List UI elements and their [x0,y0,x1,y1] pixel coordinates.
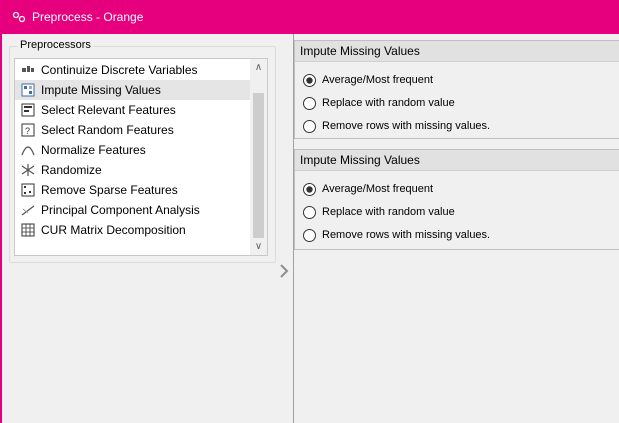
window-frame [0,34,2,423]
randomize-icon [21,164,35,176]
radio-checked-icon[interactable] [303,74,316,87]
radio-label: Remove rows with missing values. [322,229,491,241]
radio-checked-icon[interactable] [303,183,316,196]
remove-sparse-icon [21,183,35,197]
impute-panel-1: Impute Missing Values Average/Most frequ… [294,40,619,139]
panel-header: Impute Missing Values [295,41,619,62]
preprocessors-group-title: Preprocessors [18,39,93,51]
title-bar: Preprocess - Orange [0,0,619,34]
radio-label: Replace with random value [322,206,455,218]
radio-label: Remove rows with missing values. [322,120,491,132]
preprocessor-item-cur[interactable]: CUR Matrix Decomposition [15,220,251,240]
impute-panel-2: Impute Missing Values Average/Most frequ… [294,149,619,250]
list-scrollbar[interactable]: ∧ ∨ [250,59,267,255]
svg-text:?: ? [25,126,30,136]
radio-unchecked-icon[interactable] [303,97,316,110]
chevron-right-icon[interactable] [278,263,290,279]
pca-icon [21,205,35,216]
scroll-up-icon[interactable]: ∧ [250,59,267,76]
preprocessor-item-label: Continuize Discrete Variables [41,63,198,77]
panel-header: Impute Missing Values [295,150,619,171]
preprocessor-item-label: Principal Component Analysis [41,203,200,217]
scrollbar-thumb[interactable] [253,93,264,238]
preprocessor-item-continuize[interactable]: Continuize Discrete Variables [15,60,251,80]
scroll-down-icon[interactable]: ∨ [250,238,267,255]
preprocessor-item-label: Impute Missing Values [41,83,161,97]
normalize-icon [21,146,35,156]
cur-icon [21,223,35,237]
preprocessor-item-pca[interactable]: Principal Component Analysis [15,200,251,220]
radio-label: Average/Most frequent [322,74,434,86]
window-title: Preprocess - Orange [32,10,144,24]
preprocessor-item-select-relevant[interactable]: Select Relevant Features [15,100,251,120]
preprocessor-item-label: Normalize Features [41,143,146,157]
preprocessor-item-label: Select Relevant Features [41,103,176,117]
preprocessor-item-label: Randomize [41,163,102,177]
orange-app-icon [12,11,26,23]
select-relevant-icon [21,103,35,117]
select-random-icon: ? [21,123,35,137]
preprocessor-item-label: Select Random Features [41,123,174,137]
radio-label: Average/Most frequent [322,183,434,195]
continuize-icon [22,66,34,72]
preprocessor-item-normalize[interactable]: Normalize Features [15,140,251,160]
preprocessor-item-select-random[interactable]: ? Select Random Features [15,120,251,140]
preprocessor-item-label: Remove Sparse Features [41,183,178,197]
impute-icon [21,83,35,97]
radio-unchecked-icon[interactable] [303,229,316,242]
preprocessor-item-remove-sparse[interactable]: Remove Sparse Features [15,180,251,200]
radio-unchecked-icon[interactable] [303,120,316,133]
panel-title: Impute Missing Values [300,153,420,167]
radio-label: Replace with random value [322,97,455,109]
radio-unchecked-icon[interactable] [303,206,316,219]
preprocessor-item-label: CUR Matrix Decomposition [41,223,186,237]
preprocessor-list[interactable]: Continuize Discrete Variables Impute Mis… [14,58,268,256]
preprocessor-item-impute[interactable]: Impute Missing Values [15,80,251,100]
preprocessor-item-randomize[interactable]: Randomize [15,160,251,180]
panel-title: Impute Missing Values [300,44,420,58]
